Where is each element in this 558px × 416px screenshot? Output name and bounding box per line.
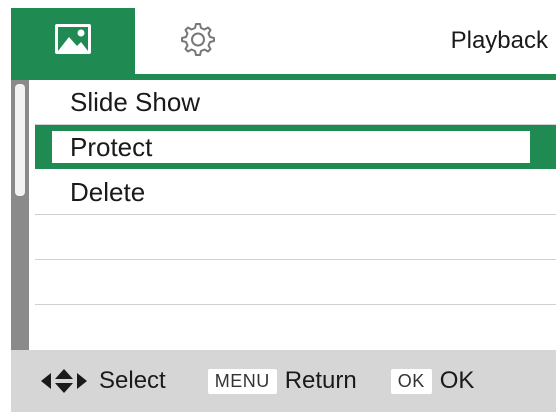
ok-key-badge: OK	[390, 368, 432, 394]
scrollbar-thumb[interactable]	[15, 84, 25, 196]
return-hint: MENU Return	[207, 367, 357, 395]
menu-item-slide-show[interactable]: Slide Show	[35, 80, 556, 124]
gear-icon	[176, 18, 218, 65]
menu-item-protect[interactable]: Protect	[35, 125, 556, 169]
footer-hints: Select MENU Return OK OK	[11, 350, 556, 412]
menu-item-label: Slide Show	[70, 87, 201, 117]
ok-label: OK	[439, 367, 475, 394]
tab-setup[interactable]	[135, 8, 259, 74]
menu-item-label: Protect	[70, 132, 153, 162]
divider	[35, 304, 556, 305]
menu-list: Slide Show Protect Delete	[11, 80, 556, 350]
return-label: Return	[284, 367, 357, 394]
menu-item-label: Delete	[70, 177, 146, 207]
divider	[35, 259, 556, 260]
image-icon	[53, 22, 93, 61]
ok-hint: OK OK	[390, 367, 475, 395]
scrollbar[interactable]	[11, 80, 29, 350]
camera-menu-screen: Playback Slide Show Protect Delete Selec…	[11, 8, 556, 412]
select-hint: Select	[39, 367, 166, 395]
tab-playback[interactable]	[11, 8, 135, 74]
divider	[35, 214, 556, 215]
four-way-arrows-icon	[39, 368, 89, 394]
menu-item-delete[interactable]: Delete	[35, 170, 556, 214]
select-label: Select	[99, 367, 166, 394]
page-title: Playback	[450, 27, 548, 54]
tab-bar: Playback	[11, 8, 556, 80]
selection-highlight: Protect	[52, 131, 530, 163]
menu-key-badge: MENU	[207, 368, 277, 394]
